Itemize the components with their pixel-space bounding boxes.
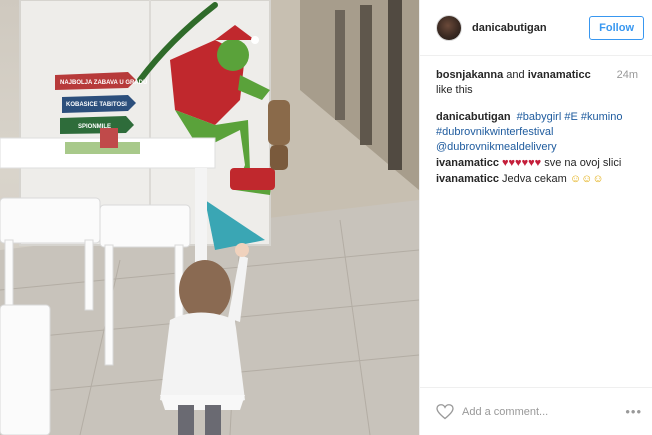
mention[interactable]: @dubrovnikmealdelivery [436, 141, 557, 153]
decorative-house [100, 128, 118, 148]
like-heart-icon[interactable] [436, 403, 454, 420]
post-footer: ••• [420, 387, 652, 435]
hashtag[interactable]: #babygirl [517, 111, 562, 123]
comment: ivanamaticc Jedva cekam ☺☺☺ [436, 172, 640, 187]
comment-author[interactable]: ivanamaticc [436, 173, 499, 185]
likes-row: bosnjakanna and ivanamaticc like this 24… [436, 68, 640, 98]
instagram-post: NAJBOLJA ZABAVA U GRADU KOBASICE TABITOS… [0, 0, 652, 435]
building-window [360, 5, 372, 145]
comment: ivanamaticc ♥♥♥♥♥♥ sve na ovoj slici [436, 156, 640, 171]
likes-text: bosnjakanna and ivanamaticc like this [436, 68, 606, 98]
barrel [270, 145, 288, 170]
comments-list: danicabutigan #babygirl #E #kumino #dubr… [436, 110, 640, 187]
comment-input[interactable] [462, 405, 626, 418]
comment-text: Jedva cekam [501, 173, 570, 185]
caption-author[interactable]: danicabutigan [436, 111, 511, 123]
building-window [335, 10, 345, 120]
comment-author[interactable]: ivanamaticc [436, 157, 499, 169]
building-window [388, 0, 402, 170]
likes-suffix: like this [436, 84, 473, 96]
hashtag[interactable]: #kumino [581, 111, 623, 123]
hashtag[interactable]: #dubrovnikwinterfestival [436, 126, 553, 138]
photo-scene: NAJBOLJA ZABAVA U GRADU KOBASICE TABITOS… [0, 0, 419, 435]
comment-text: sve na ovoj slici [541, 157, 622, 169]
more-options-icon[interactable]: ••• [625, 404, 642, 419]
caption: danicabutigan #babygirl #E #kumino #dubr… [436, 110, 640, 155]
follow-button[interactable]: Follow [589, 15, 644, 40]
post-body: bosnjakanna and ivanamaticc like this 24… [420, 56, 652, 435]
sign-text-1: NAJBOLJA ZABAVA U GRADU [60, 80, 147, 86]
sign-text-2: KOBASICE TABITOSI [66, 102, 127, 108]
post-header: danicabutigan Follow [420, 0, 652, 56]
likes-joiner: and [503, 69, 528, 81]
barrel [268, 100, 290, 145]
avatar[interactable] [436, 14, 462, 41]
post-sidebar: danicabutigan Follow bosnjakanna and iva… [419, 0, 652, 435]
author-username[interactable]: danicabutigan [472, 22, 589, 34]
post-photo[interactable]: NAJBOLJA ZABAVA U GRADU KOBASICE TABITOS… [0, 0, 419, 435]
timestamp[interactable]: 24m [617, 68, 638, 83]
liker-username[interactable]: ivanamaticc [528, 69, 591, 81]
hashtag[interactable]: #E [564, 111, 577, 123]
hearts-emoji: ♥♥♥♥♥♥ [501, 157, 542, 169]
liker-username[interactable]: bosnjakanna [436, 69, 503, 81]
smile-emoji: ☺☺☺ [569, 173, 604, 185]
